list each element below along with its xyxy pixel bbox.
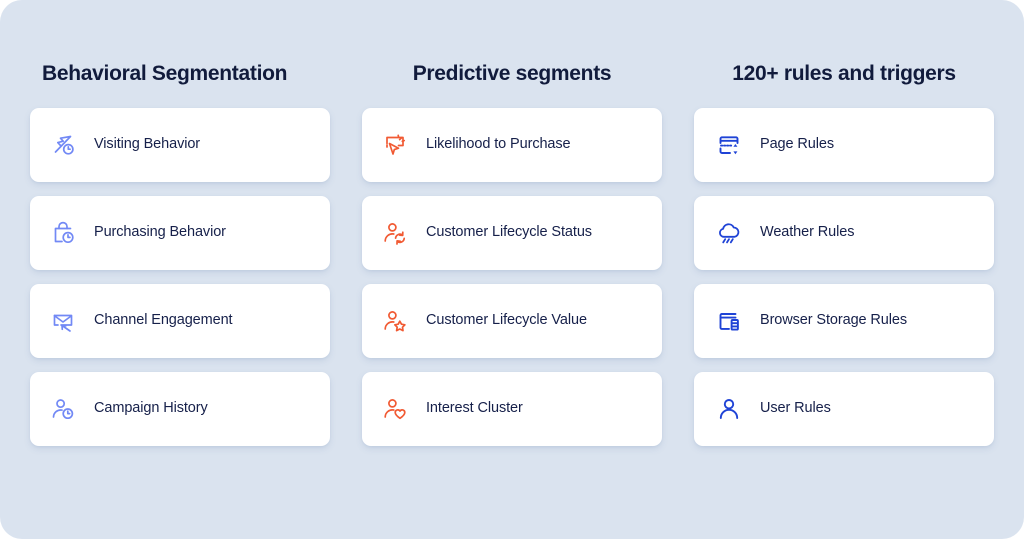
card-list-behavioral-segmentation: Visiting Behavior Purchasing Behavior Ch… [30,108,330,446]
card-customer-lifecycle-value[interactable]: Customer Lifecycle Value [362,284,662,358]
user-star-icon [380,306,410,336]
user-icon [714,394,744,424]
card-customer-lifecycle-status[interactable]: Customer Lifecycle Status [362,196,662,270]
shopping-bag-clock-icon [48,218,78,248]
column-predictive-segments: Predictive segments Likelihood to Purcha… [362,62,662,477]
card-label: Interest Cluster [426,400,523,417]
browser-storage-icon [714,306,744,336]
page-scroll-icon [714,130,744,160]
column-behavioral-segmentation: Behavioral Segmentation Visiting Behavio… [30,62,330,477]
card-campaign-history[interactable]: Campaign History [30,372,330,446]
card-list-rules-and-triggers: Page Rules Weather Rules Browser Storage… [694,108,994,446]
card-likelihood-to-purchase[interactable]: Likelihood to Purchase [362,108,662,182]
card-label: Channel Engagement [94,312,233,329]
card-label: Visiting Behavior [94,136,201,153]
card-weather-rules[interactable]: Weather Rules [694,196,994,270]
card-label: Likelihood to Purchase [426,136,571,153]
card-label: Weather Rules [760,224,855,241]
card-label: Page Rules [760,136,834,153]
card-purchasing-behavior[interactable]: Purchasing Behavior [30,196,330,270]
card-label: Customer Lifecycle Value [426,312,587,329]
user-clock-icon [48,394,78,424]
card-browser-storage-rules[interactable]: Browser Storage Rules [694,284,994,358]
card-channel-engagement[interactable]: Channel Engagement [30,284,330,358]
card-user-rules[interactable]: User Rules [694,372,994,446]
envelope-cursor-icon [48,306,78,336]
cloud-rain-icon [714,218,744,248]
card-list-predictive-segments: Likelihood to Purchase Customer Lifecycl… [362,108,662,446]
card-label: Campaign History [94,400,208,417]
card-visiting-behavior[interactable]: Visiting Behavior [30,108,330,182]
card-label: Customer Lifecycle Status [426,224,592,241]
user-refresh-icon [380,218,410,248]
column-title-rules-and-triggers: 120+ rules and triggers [732,62,956,85]
columns-container: Behavioral Segmentation Visiting Behavio… [0,0,1024,539]
user-heart-icon [380,394,410,424]
card-label: Browser Storage Rules [760,312,907,329]
card-page-rules[interactable]: Page Rules [694,108,994,182]
card-interest-cluster[interactable]: Interest Cluster [362,372,662,446]
column-rules-and-triggers: 120+ rules and triggers Page Rules Weath… [694,62,994,477]
card-label: Purchasing Behavior [94,224,226,241]
column-title-predictive-segments: Predictive segments [412,62,612,85]
feature-columns-graphic: Behavioral Segmentation Visiting Behavio… [0,0,1024,539]
screen-cursor-click-icon [380,130,410,160]
cursor-clock-icon [48,130,78,160]
column-title-behavioral-segmentation: Behavioral Segmentation [42,62,288,85]
card-label: User Rules [760,400,831,417]
